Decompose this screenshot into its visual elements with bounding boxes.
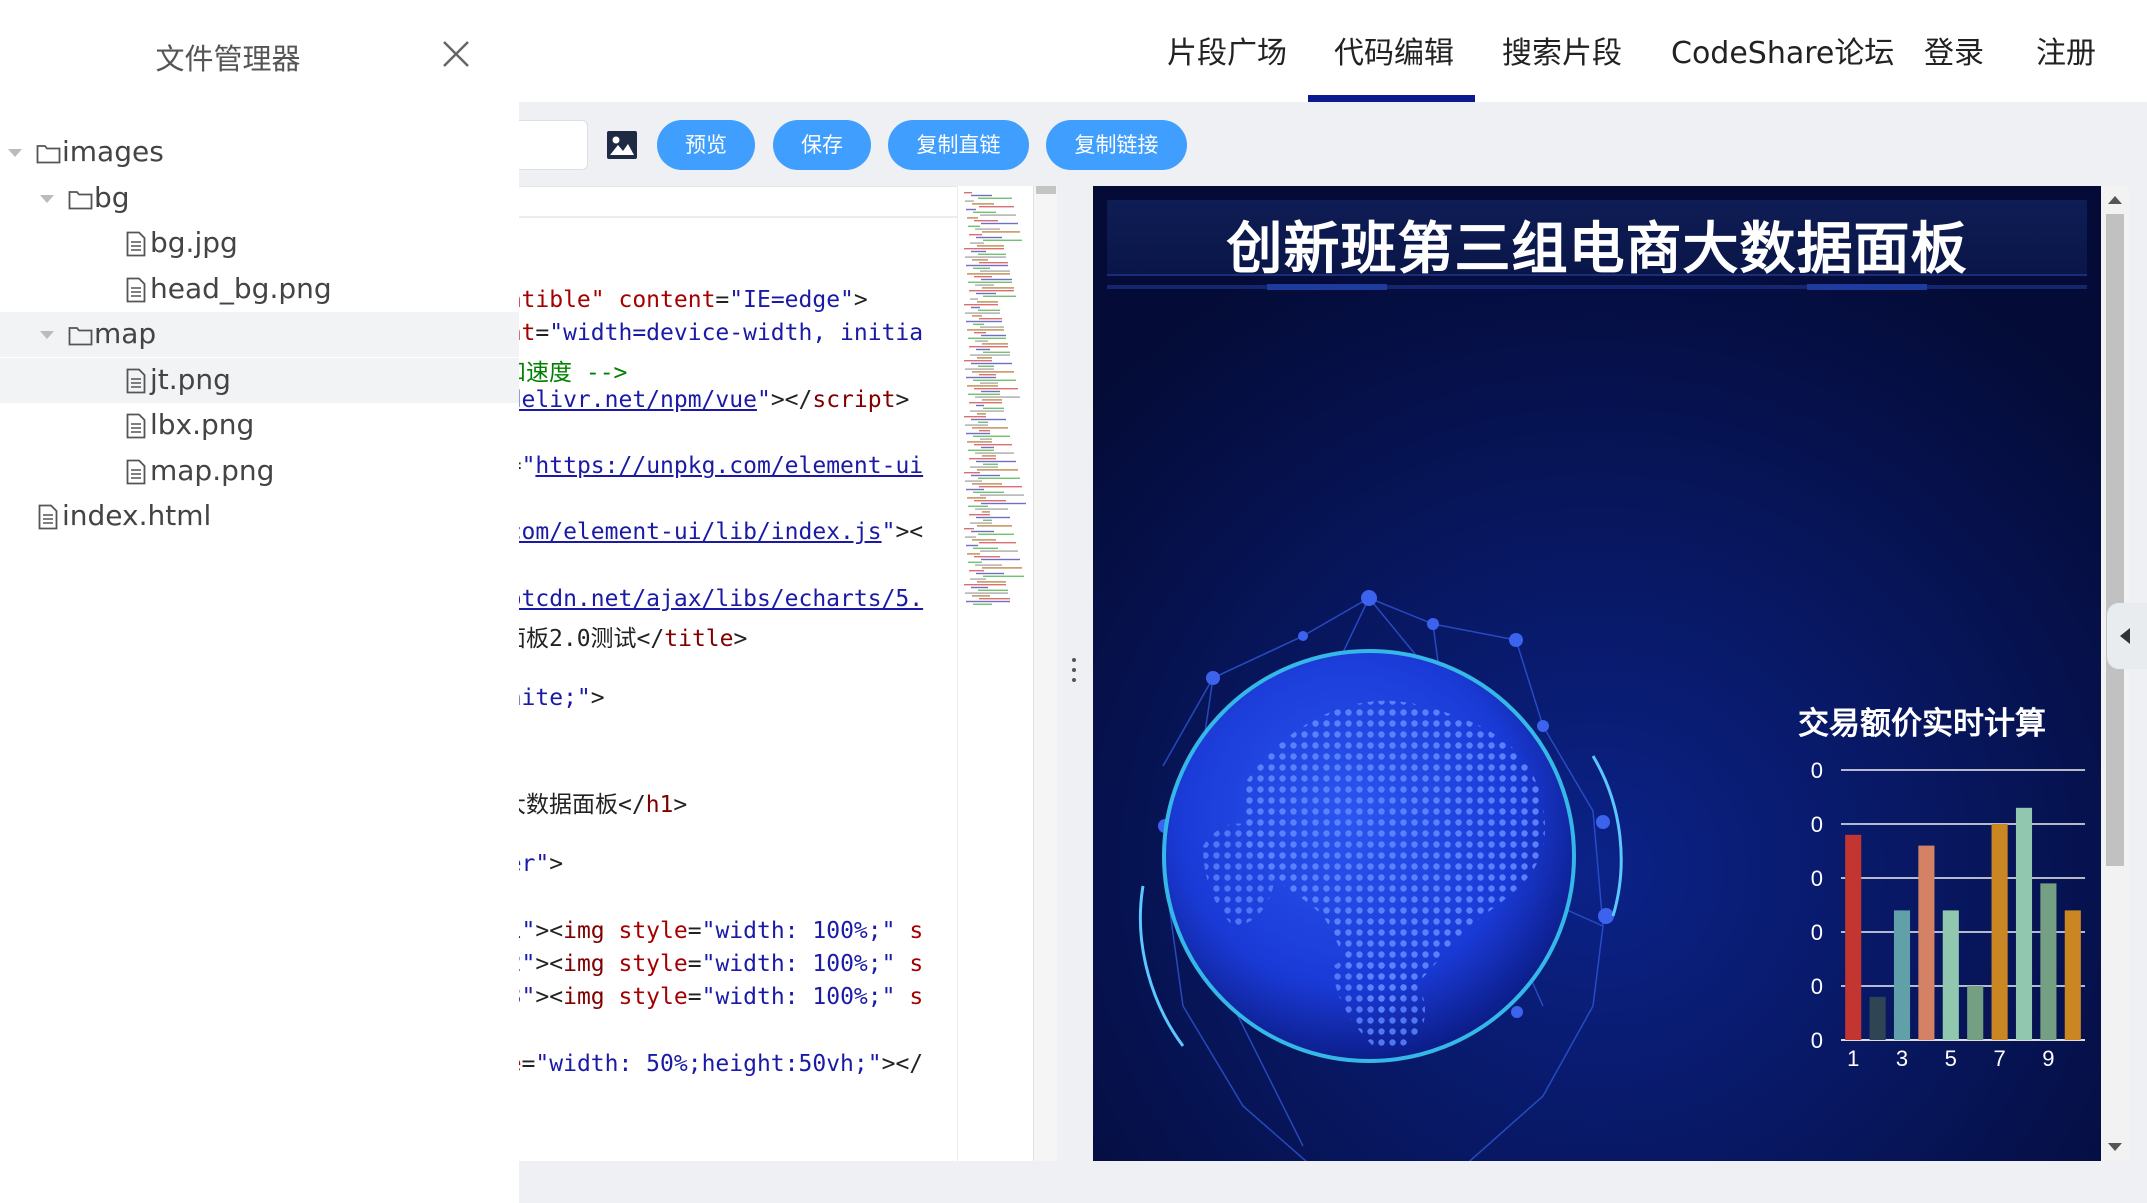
tree-label: map xyxy=(94,317,157,350)
nav-forum[interactable]: CodeShare论坛 xyxy=(1671,28,1894,72)
scroll-down-icon[interactable] xyxy=(2108,1143,2122,1151)
editor-scrollbar[interactable] xyxy=(1033,186,1057,1161)
bar-2 xyxy=(1869,996,1886,1040)
code-line: ap2"><img style="width: 100%;" s xyxy=(480,951,924,977)
bar-4 xyxy=(1918,845,1935,1040)
bar-3 xyxy=(1893,910,1911,1040)
chart-title: 交易额价实时计算 xyxy=(1798,706,2046,742)
code-line: jsdelivr.net/npm/vue"></script> xyxy=(480,386,910,413)
code-line: tent="width=device-width, initia xyxy=(480,320,924,347)
code-line: ef="https://unpkg.com/element-ui xyxy=(480,453,924,479)
file-icon xyxy=(126,413,146,439)
tree-label: index.html xyxy=(62,499,212,532)
tree-label: bg.jpg xyxy=(150,226,238,259)
tree-file-bg-jpg[interactable]: bg.jpg xyxy=(0,221,519,266)
code-line: g.com/element-ui/lib/index.js">< xyxy=(480,519,924,546)
tree-file-head_bg-png[interactable]: head_bg.png xyxy=(0,267,519,312)
caret-down-icon[interactable] xyxy=(8,149,22,157)
scroll-up-icon[interactable] xyxy=(2108,196,2122,204)
collapse-panel-toggle[interactable] xyxy=(2107,603,2147,669)
y-tick-label: 0 xyxy=(1811,1028,1823,1053)
nav-active-indicator xyxy=(1308,95,1475,102)
x-tick-label: 5 xyxy=(1945,1046,1957,1071)
code-line: yle="width: 50%;height:50vh;"></ xyxy=(480,1050,924,1077)
tree-file-lbx-png[interactable]: lbx.png xyxy=(0,403,519,448)
tree-file-jt-png[interactable]: jt.png xyxy=(0,357,519,403)
nav-register[interactable]: 注册 xyxy=(2036,28,2096,72)
preview-scroll-thumb[interactable] xyxy=(2106,214,2124,866)
tree-folder-images[interactable]: images xyxy=(0,130,519,175)
y-tick-label: 0 xyxy=(1811,812,1823,837)
header-decoration xyxy=(1107,284,2087,290)
y-tick-label: 0 xyxy=(1811,974,1823,999)
file-icon xyxy=(126,459,146,485)
nav-code-edit[interactable]: 代码编辑 xyxy=(1334,28,1454,72)
bar-6 xyxy=(1967,986,1984,1040)
tree-file-index-html[interactable]: index.html xyxy=(0,494,519,539)
bar-9 xyxy=(2040,883,2057,1040)
file-manager-drawer: 文件管理器 images bg bg.jpg head_bg.pngmap jt.png… xyxy=(0,0,519,1203)
caret-down-icon[interactable] xyxy=(40,194,54,203)
file-icon xyxy=(38,504,58,530)
x-tick-label: 7 xyxy=(1993,1046,2005,1071)
y-tick-label: 0 xyxy=(1811,920,1823,945)
tree-label: images xyxy=(62,135,164,168)
x-tick-label: 3 xyxy=(1896,1046,1908,1071)
tree-label: head_bg.png xyxy=(150,271,332,305)
code-minimap[interactable] xyxy=(957,186,1033,1161)
tree-label: lbx.png xyxy=(150,408,255,441)
caret-down-icon[interactable] xyxy=(40,331,54,339)
tree-folder-map[interactable]: map xyxy=(0,312,519,357)
editor-scroll-thumb[interactable] xyxy=(1036,186,1056,194)
folder-icon xyxy=(36,143,61,164)
bar-7 xyxy=(1991,824,2008,1040)
bar-5 xyxy=(1942,910,1959,1040)
x-tick-label: 9 xyxy=(2042,1046,2054,1071)
tree-label: bg xyxy=(94,180,130,214)
trade-bar-chart: 0000001 3 5 7 9 xyxy=(1811,758,2085,1071)
code-line: ap3"><img style="width: 100%;" s xyxy=(480,984,924,1011)
nav-login[interactable]: 登录 xyxy=(1924,28,1984,72)
code-line: ap1"><img style="width: 100%;" s xyxy=(480,917,924,944)
code-line: mpatible" content="IE=edge"> xyxy=(480,287,868,313)
app-root: 片段广场 代码编辑 搜索片段 CodeShare论坛 登录 注册 预览 保存 复… xyxy=(0,0,2147,1203)
tree-label: map.png xyxy=(150,453,275,487)
bar-1 xyxy=(1845,834,1862,1040)
code-line: bootcdn.net/ajax/libs/echarts/5. xyxy=(480,585,924,612)
bar-8 xyxy=(2015,807,2033,1040)
file-icon xyxy=(126,368,146,394)
image-icon[interactable] xyxy=(606,130,638,160)
x-tick-label: 1 xyxy=(1847,1046,1859,1071)
code-line: 据面板2.0测试</title> xyxy=(480,626,748,652)
code-editor[interactable]: mpatible" content="IE=edge"> tent="width=… xyxy=(480,186,957,1161)
drawer-title: 文件管理器 xyxy=(155,42,301,76)
tree-file-map-png[interactable]: map.png xyxy=(0,449,519,494)
preview-scrollbar[interactable] xyxy=(2101,186,2129,1161)
preview-pane: 创新班第三组电商大数据面板 交易额价实时计算 0 0 0 0 0 0 1 3 5… xyxy=(1093,186,2101,1161)
file-icon xyxy=(126,231,146,257)
folder-icon xyxy=(68,325,93,346)
nav-search-snippet[interactable]: 搜索片段 xyxy=(1502,28,1622,72)
drag-handle-icon[interactable] xyxy=(1072,658,1078,682)
y-tick-label: 0 xyxy=(1811,866,1823,891)
copy-direct-link-button[interactable]: 复制直链 xyxy=(888,120,1029,170)
dashboard-title: 创新班第三组电商大数据面板 xyxy=(1226,217,1968,282)
save-button[interactable]: 保存 xyxy=(773,120,871,170)
folder-icon xyxy=(68,189,93,210)
tree-label: jt.png xyxy=(150,362,231,396)
copy-link-button[interactable]: 复制链接 xyxy=(1046,120,1187,170)
bar-10 xyxy=(2064,910,2081,1040)
file-icon xyxy=(126,277,146,303)
close-icon[interactable] xyxy=(440,38,472,70)
preview-button[interactable]: 预览 xyxy=(657,120,755,170)
tree-folder-bg[interactable]: bg xyxy=(0,176,519,221)
editor-header xyxy=(480,187,957,218)
nav-snippet-square[interactable]: 片段广场 xyxy=(1167,28,1287,72)
pane-splitter[interactable] xyxy=(1057,186,1093,1161)
y-tick-label: 0 xyxy=(1811,758,1823,783)
globe-graphic xyxy=(1138,590,1623,1161)
